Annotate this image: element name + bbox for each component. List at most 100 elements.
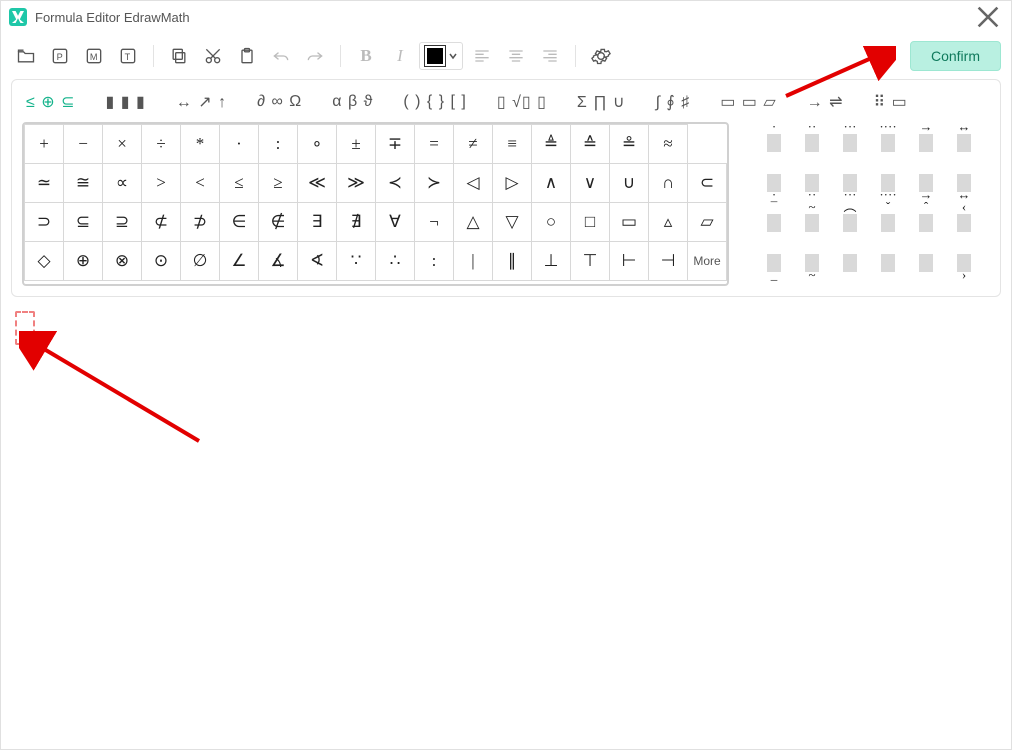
symbol-cell[interactable]: ⊇ <box>103 203 142 242</box>
accent-cell[interactable]: ···· <box>875 166 901 202</box>
accent-cell[interactable]: ˆ <box>913 246 939 282</box>
template-t-button[interactable]: T <box>113 41 143 71</box>
accent-cell[interactable]: ˇ <box>875 206 901 242</box>
italic-button[interactable]: I <box>385 41 415 71</box>
template-p-button[interactable]: P <box>45 41 75 71</box>
symbol-cell[interactable]: ∵ <box>337 242 376 281</box>
category-arrows[interactable]: ↔ ↗ ↑ <box>176 92 227 112</box>
accent-cell[interactable]: ·· <box>799 126 825 162</box>
accent-cell[interactable]: · <box>761 126 787 162</box>
category-overbars[interactable]: ▭ ▭ ▱ <box>720 92 776 112</box>
align-center-button[interactable] <box>501 41 531 71</box>
symbol-cell[interactable]: ∡ <box>259 242 298 281</box>
symbol-cell[interactable]: ≙ <box>571 125 610 164</box>
symbol-cell[interactable]: ≠ <box>454 125 493 164</box>
symbol-cell[interactable]: ± <box>337 125 376 164</box>
symbol-cell[interactable]: ⊃ <box>25 203 64 242</box>
accent-cell[interactable]: ··· <box>837 126 863 162</box>
symbol-cell[interactable]: ⊆ <box>64 203 103 242</box>
symbol-cell[interactable]: ⊗ <box>103 242 142 281</box>
symbol-cell[interactable]: ≪ <box>298 164 337 203</box>
template-m-button[interactable]: M <box>79 41 109 71</box>
close-button[interactable] <box>973 2 1003 32</box>
accent-cell[interactable]: ~ <box>799 246 825 282</box>
category-brackets[interactable]: ( ) { } [ ] <box>403 93 466 111</box>
symbol-cell[interactable]: ≻ <box>415 164 454 203</box>
symbol-cell[interactable]: < <box>181 164 220 203</box>
redo-button[interactable] <box>300 41 330 71</box>
symbol-cell[interactable]: ∠ <box>220 242 259 281</box>
symbol-more-button[interactable]: More <box>688 242 727 281</box>
copy-button[interactable] <box>164 41 194 71</box>
cut-button[interactable] <box>198 41 228 71</box>
formula-editor-area[interactable] <box>1 303 1011 749</box>
symbol-cell[interactable]: | <box>454 242 493 281</box>
accent-cell[interactable]: ··· <box>837 166 863 202</box>
undo-button[interactable] <box>266 41 296 71</box>
symbol-cell[interactable]: ▷ <box>493 164 532 203</box>
symbol-cell[interactable]: ⊕ <box>64 242 103 281</box>
accent-cell[interactable]: ↔ <box>951 126 977 162</box>
symbol-cell[interactable]: ▵ <box>649 203 688 242</box>
align-left-button[interactable] <box>467 41 497 71</box>
confirm-button[interactable]: Confirm <box>910 41 1001 71</box>
category-matrices[interactable]: ⠿ ▭ <box>874 92 908 112</box>
symbol-cell[interactable]: ∪ <box>610 164 649 203</box>
symbol-cell[interactable]: · <box>220 125 259 164</box>
accent-cell[interactable]: ···· <box>875 126 901 162</box>
symbol-cell[interactable]: ≃ <box>25 164 64 203</box>
symbol-cell[interactable]: ≗ <box>610 125 649 164</box>
accent-cell[interactable]: ︵ <box>837 206 863 242</box>
category-greek2[interactable]: α β ϑ <box>332 93 373 111</box>
symbol-cell[interactable]: ≅ <box>64 164 103 203</box>
symbol-cell[interactable]: ÷ <box>142 125 181 164</box>
align-right-button[interactable] <box>535 41 565 71</box>
symbol-cell[interactable]: ≡ <box>493 125 532 164</box>
accent-cell[interactable]: ¯ <box>761 206 787 242</box>
symbol-cell[interactable]: ⊙ <box>142 242 181 281</box>
symbol-cell[interactable]: ≜ <box>532 125 571 164</box>
symbol-cell[interactable]: ⊄ <box>142 203 181 242</box>
symbol-cell[interactable]: : <box>415 242 454 281</box>
category-integrals[interactable]: ∫ ∮ ♯ <box>656 92 691 112</box>
symbol-cell[interactable]: ≈ <box>649 125 688 164</box>
symbol-cell[interactable]: + <box>25 125 64 164</box>
accent-cell[interactable]: ~ <box>799 206 825 242</box>
symbol-cell[interactable]: ∘ <box>298 125 337 164</box>
symbol-cell[interactable]: > <box>142 164 181 203</box>
symbol-cell[interactable]: * <box>181 125 220 164</box>
formula-cursor[interactable] <box>15 311 35 345</box>
accent-cell[interactable]: ︶ <box>837 246 863 282</box>
accent-cell[interactable]: ↔ <box>951 166 977 202</box>
symbol-cell[interactable]: ∴ <box>376 242 415 281</box>
settings-button[interactable] <box>586 41 616 71</box>
category-fractions[interactable]: ▯ √▯ ▯ <box>497 92 547 112</box>
symbol-cell[interactable]: ⊥ <box>532 242 571 281</box>
symbol-cell[interactable]: ¬ <box>415 203 454 242</box>
symbol-cell[interactable]: ⊂ <box>688 164 727 203</box>
symbol-cell[interactable]: ≫ <box>337 164 376 203</box>
symbol-cell[interactable]: : <box>259 125 298 164</box>
font-color-picker[interactable] <box>419 42 463 70</box>
accent-cell[interactable]: _ <box>761 246 787 282</box>
category-relarrows[interactable]: → ⇌ <box>807 92 844 112</box>
symbol-cell[interactable]: ◇ <box>25 242 64 281</box>
symbol-cell[interactable]: ∝ <box>103 164 142 203</box>
category-bigops[interactable]: Σ ∏ ∪ <box>577 92 626 112</box>
symbol-cell[interactable]: − <box>64 125 103 164</box>
accent-cell[interactable]: ·· <box>799 166 825 202</box>
accent-cell[interactable]: ˆ <box>913 206 939 242</box>
accent-cell[interactable]: ˇ <box>875 246 901 282</box>
symbol-cell[interactable]: ∢ <box>298 242 337 281</box>
symbol-cell[interactable]: ○ <box>532 203 571 242</box>
symbol-cell[interactable]: ≺ <box>376 164 415 203</box>
symbol-cell[interactable]: ∉ <box>259 203 298 242</box>
category-frames[interactable]: ▮ ▮ ▮ <box>105 92 145 112</box>
open-button[interactable] <box>11 41 41 71</box>
symbol-cell[interactable]: □ <box>571 203 610 242</box>
symbol-cell[interactable]: ∄ <box>337 203 376 242</box>
accent-cell[interactable]: → <box>913 166 939 202</box>
symbol-cell[interactable]: ∥ <box>493 242 532 281</box>
symbol-cell[interactable]: × <box>103 125 142 164</box>
symbol-cell[interactable]: ▽ <box>493 203 532 242</box>
